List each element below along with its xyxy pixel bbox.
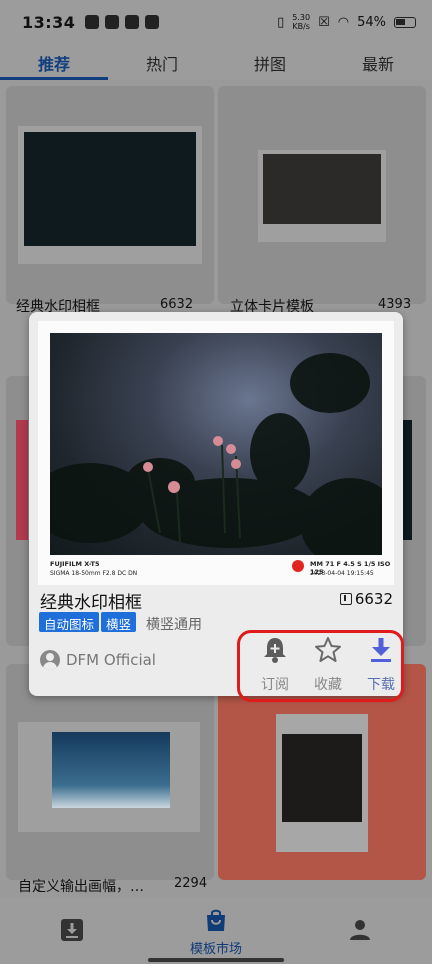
nav-template-market[interactable]: 模板市场 xyxy=(176,898,256,964)
avatar-icon xyxy=(40,650,60,670)
sim-icon: ☒ xyxy=(318,14,330,30)
download-label: 下载 xyxy=(367,677,395,693)
subscribe-button[interactable]: 订阅 xyxy=(250,636,300,694)
star-outline-icon xyxy=(315,637,341,662)
card-title: 自定义输出画幅，… xyxy=(18,879,144,895)
template-actions-highlight: 订阅 收藏 下载 xyxy=(237,630,404,702)
watermark-lens: SIGMA 18-50mm F2.8 DC DN xyxy=(50,570,138,577)
download-count: 6632 xyxy=(354,590,393,608)
nav-profile[interactable] xyxy=(340,898,384,964)
bell-plus-icon xyxy=(264,638,286,663)
card-thumbnail-photo xyxy=(52,732,170,808)
vibrate-icon: ▯ xyxy=(277,14,285,30)
notification-icons xyxy=(85,15,160,29)
template-card[interactable]: 立体卡片模板 xyxy=(218,86,426,315)
tag-orientation-universal: 横竖通用 xyxy=(146,617,202,633)
card-thumbnail-photo xyxy=(263,154,381,224)
leica-logo-icon xyxy=(292,560,304,572)
template-title: 经典水印相框 xyxy=(40,593,142,613)
favorite-button[interactable]: 收藏 xyxy=(303,636,353,694)
person-icon xyxy=(350,920,370,940)
favorite-label: 收藏 xyxy=(314,677,342,693)
card-thumbnail-photo xyxy=(16,420,28,540)
template-card[interactable]: 经典水印相框 xyxy=(6,86,214,315)
flower-photo xyxy=(50,353,382,555)
app-notification-icon xyxy=(125,15,140,29)
card-downloads: 2294 xyxy=(174,876,208,891)
subscribe-label: 订阅 xyxy=(261,677,289,693)
author-info[interactable]: DFM Official xyxy=(40,650,156,670)
watermark-camera: FUJIFILM X-T5 xyxy=(50,560,100,568)
nav-market-label: 模板市场 xyxy=(189,942,242,957)
watermark-frame-preview: FUJIFILM X-T5 SIGMA 18-50mm F2.8 DC DN M… xyxy=(38,321,394,585)
template-downloads: 6632 xyxy=(339,590,393,608)
app-notification-icon xyxy=(85,15,100,29)
nav-downloads[interactable] xyxy=(50,898,94,964)
battery-percent: 54% xyxy=(357,14,386,30)
download-count-icon xyxy=(339,593,352,605)
author-name: DFM Official xyxy=(66,651,156,669)
shopping-bag-icon xyxy=(207,909,225,931)
card-thumbnail-photo xyxy=(282,734,362,822)
watermark-datetime: 2023-04-04 19:15:45 xyxy=(310,570,374,577)
home-indicator xyxy=(148,958,284,962)
tab-latest[interactable]: 最新 xyxy=(324,44,432,80)
tab-hot[interactable]: 热门 xyxy=(108,44,216,80)
tab-recommended[interactable]: 推荐 xyxy=(0,44,108,80)
app-notification-icon xyxy=(105,15,120,29)
card-downloads: 4393 xyxy=(378,297,412,312)
status-bar: 13:34 ▯ 5.30 KB/s ☒ ◠ 54% xyxy=(0,0,432,44)
download-button[interactable]: 下载 xyxy=(356,636,406,694)
wifi-icon: ◠ xyxy=(337,14,350,30)
tab-collage[interactable]: 拼图 xyxy=(216,44,324,80)
tag-orientation: 横竖 xyxy=(101,612,137,632)
category-tabs: 推荐 热门 拼图 最新 xyxy=(0,44,432,80)
status-time: 13:34 xyxy=(22,12,76,32)
app-notification-icon xyxy=(145,15,160,29)
network-speed: 5.30 KB/s xyxy=(292,13,311,31)
card-downloads: 6632 xyxy=(160,297,194,312)
tag-auto-icon: 自动图标 xyxy=(39,612,100,632)
battery-icon xyxy=(394,16,416,28)
download-box-icon xyxy=(61,919,83,941)
bottom-navigation: 模板市场 xyxy=(0,898,432,964)
download-icon xyxy=(371,638,391,662)
card-thumbnail-photo xyxy=(24,132,196,246)
template-card[interactable]: 自定义输出画幅，… xyxy=(6,664,214,895)
preview-photo xyxy=(50,333,382,555)
